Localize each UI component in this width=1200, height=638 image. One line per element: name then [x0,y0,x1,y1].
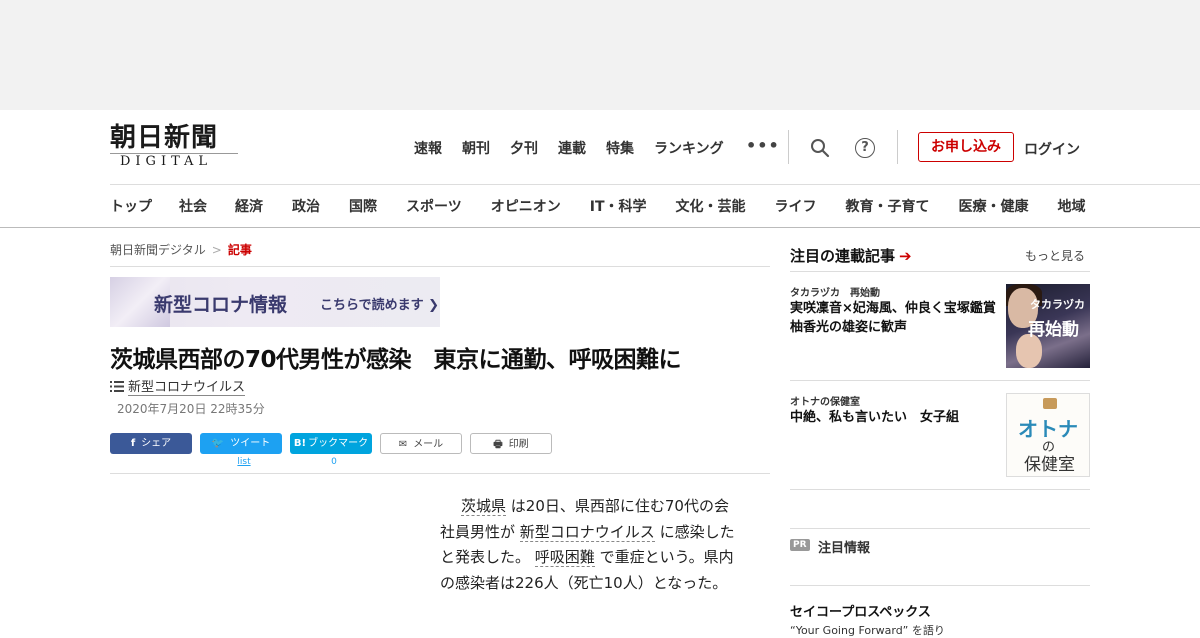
sidebar-divider [790,271,1090,272]
catnav-bottom-border [0,227,1200,228]
header-divider [897,130,898,164]
logo-en: DIGITAL [120,154,213,169]
article-tag-label: 新型コロナウイルス [128,380,246,396]
breadcrumb-current: 記事 [227,243,252,257]
catnav-top-border [110,184,1200,185]
twitter-share-label: ツイート [230,438,271,449]
cat-economy[interactable]: 経済 [235,196,263,216]
apply-button[interactable]: お申し込み [918,132,1014,162]
cat-opinion[interactable]: オピニオン [491,196,561,216]
header-divider [788,130,789,164]
breadcrumb-separator: > [211,243,222,257]
topnav-features[interactable]: 特集 [606,138,634,158]
corona-banner-link-text: こちらで読めます [320,298,424,313]
facebook-share-label: シェア [141,438,172,449]
printer-icon: 🖶 [493,439,503,450]
facebook-share-button[interactable]: f シェア [110,433,192,454]
cat-sports[interactable]: スポーツ [406,196,462,216]
keyword-link[interactable]: 茨城県 [461,497,507,516]
list-icon [110,381,124,392]
featured-series-title: 注目の連載記事 [790,247,896,265]
featured-series-heading[interactable]: 注目の連載記事 ➔ [790,245,912,266]
arrow-right-icon: ➔ [899,247,912,265]
topnav-evening[interactable]: 夕刊 [510,138,538,158]
breadcrumb: 朝日新聞デジタル > 記事 [110,241,252,258]
cat-health[interactable]: 医療・健康 [959,196,1029,216]
topnav-series[interactable]: 連載 [558,138,586,158]
site-logo[interactable]: 朝日新聞 DIGITAL [110,124,240,169]
sidebar-divider [790,585,1090,586]
sidebar-item-title[interactable]: 実咲凜音×妃海風、仲良く宝塚鑑賞 柚香光の雄姿に歓声 [790,299,1009,337]
login-link[interactable]: ログイン [1024,139,1080,159]
article-body: 茨城県 は20日、県西部に住む70代の会社員男性が 新型コロナウイルス に感染し… [440,494,740,596]
facebook-icon: f [130,438,136,449]
sponsor-title[interactable]: セイコープロスペックス [790,601,931,620]
category-nav: トップ 社会 経済 政治 国際 スポーツ オピニオン IT・科学 文化・芸能 ラ… [110,196,1086,216]
corona-banner-title: 新型コロナ情報 [154,294,288,316]
thumbnail-title: 保健室 [1024,455,1075,475]
share-divider [110,473,770,474]
keyword-link[interactable]: 呼吸困難 [534,548,595,567]
hatena-count[interactable]: 0 [293,457,375,467]
top-ad-banner [0,0,1200,110]
more-menu-icon[interactable]: ••• [746,136,780,155]
thumbnail-title: 再始動 [1028,320,1079,340]
cat-society[interactable]: 社会 [179,196,207,216]
search-icon[interactable] [810,138,830,158]
twitter-count[interactable]: list [203,457,285,467]
twitter-icon: 🐦 [211,438,225,449]
chevron-right-icon: ❯ [423,298,440,313]
hatena-bookmark-label: ブックマーク [308,438,369,449]
thumbnail-caption: タカラヅカ [1030,298,1085,311]
mail-share-button[interactable]: ✉ メール [380,433,462,454]
cat-top[interactable]: トップ [110,196,152,216]
pr-section-label: 注目情報 [818,541,871,556]
sidebar-item-title[interactable]: 中絶、私も言いたい 女子組 [790,408,1000,427]
mail-icon: ✉ [398,439,408,450]
article-date: 2020年7月20日 22時35分 [117,402,265,416]
pr-badge: PR [790,539,810,551]
topnav-morning[interactable]: 朝刊 [462,138,490,158]
sidebar-item-category[interactable]: タカラヅカ 再始動 [790,284,880,299]
cat-international[interactable]: 国際 [349,196,377,216]
sidebar-divider [790,528,1090,529]
hatena-icon: B! [293,438,307,449]
sidebar-item-thumbnail[interactable]: オトナ の 保健室 [1006,393,1090,477]
article-tag[interactable]: 新型コロナウイルス [110,376,246,396]
print-label: 印刷 [508,439,529,450]
sidebar-divider [790,489,1090,490]
cat-politics[interactable]: 政治 [292,196,320,216]
breadcrumb-home[interactable]: 朝日新聞デジタル [110,243,206,257]
bag-icon [1043,398,1057,409]
see-more-link[interactable]: もっと見る [1025,247,1085,264]
cat-region[interactable]: 地域 [1058,196,1086,216]
cat-culture[interactable]: 文化・芸能 [676,196,746,216]
cat-education[interactable]: 教育・子育て [846,196,930,216]
cat-it-science[interactable]: IT・科学 [590,196,647,216]
topnav-breaking[interactable]: 速報 [414,138,442,158]
help-icon[interactable]: ? [855,138,875,158]
sidebar-item-category[interactable]: オトナの保健室 [790,393,860,408]
twitter-share-button[interactable]: 🐦 ツイート [200,433,282,454]
sponsor-subtitle[interactable]: “Your Going Forward” を語り [790,622,945,638]
sidebar-item-thumbnail[interactable]: タカラヅカ 再始動 [1006,284,1090,368]
sidebar-divider [790,380,1090,381]
print-button[interactable]: 🖶 印刷 [470,433,552,454]
topnav-ranking[interactable]: ランキング [654,138,724,158]
top-nav: 速報 朝刊 夕刊 連載 特集 ランキング [414,138,744,158]
keyword-link[interactable]: 新型コロナウイルス [519,522,655,542]
breadcrumb-divider [110,266,770,267]
cat-life[interactable]: ライフ [775,196,817,216]
logo-jp: 朝日新聞 [110,123,219,153]
hatena-bookmark-button[interactable]: B! ブックマーク [290,433,372,454]
mail-share-label: メール [413,439,444,450]
corona-info-banner[interactable]: 新型コロナ情報 こちらで読めます ❯ [110,277,440,327]
corona-banner-link: こちらで読めます ❯ [320,294,439,313]
article-headline: 茨城県西部の70代男性が感染 東京に通勤、呼吸困難に [110,347,682,373]
site-header: 朝日新聞 DIGITAL 速報 朝刊 夕刊 連載 特集 ランキング ••• ? … [0,110,1200,185]
